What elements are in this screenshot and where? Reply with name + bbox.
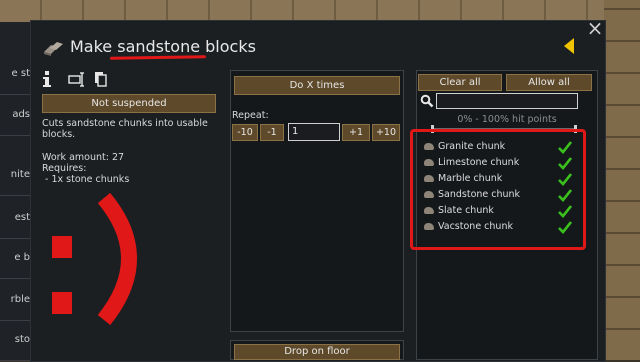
- filter-item-label: Marble chunk: [438, 173, 503, 184]
- work-amount: Work amount: 27: [42, 152, 125, 163]
- smiley-annotation: [52, 192, 137, 326]
- checkmark-icon[interactable]: [558, 140, 572, 154]
- game-right-edge: [604, 0, 640, 360]
- background-tab-label: rble: [10, 294, 30, 305]
- requires-item: - 1x stone chunks: [42, 174, 130, 185]
- filter-item-label: Sandstone chunk: [438, 189, 521, 200]
- close-button[interactable]: ×: [586, 18, 604, 38]
- checkmark-icon[interactable]: [558, 188, 572, 202]
- filter-item[interactable]: Granite chunk: [424, 139, 574, 155]
- background-tab[interactable]: nite: [0, 155, 30, 196]
- filter-item[interactable]: Limestone chunk: [424, 155, 574, 171]
- checkmark-icon[interactable]: [558, 156, 572, 170]
- store-mode-button[interactable]: Drop on floor: [234, 344, 400, 360]
- background-tab[interactable]: sto: [0, 320, 30, 361]
- close-icon: ×: [586, 16, 604, 40]
- filter-search-input[interactable]: [436, 93, 578, 109]
- background-tab[interactable]: ads: [0, 95, 30, 136]
- filter-item-label: Slate chunk: [438, 205, 494, 216]
- filter-item-label: Vacstone chunk: [438, 221, 513, 232]
- search-icon: [420, 94, 434, 108]
- minus-1-button[interactable]: -1: [260, 124, 284, 141]
- stone-chunk-icon: [424, 223, 434, 230]
- background-tab-label: ads: [12, 109, 30, 120]
- repeat-mode-button[interactable]: Do X times: [234, 76, 400, 95]
- collapse-arrow-icon[interactable]: [564, 38, 574, 54]
- stone-chunk-icon: [424, 175, 434, 182]
- checkmark-icon[interactable]: [558, 204, 572, 218]
- background-tab-label: e st: [11, 68, 30, 79]
- filter-item[interactable]: Slate chunk: [424, 203, 574, 219]
- plus-10-button[interactable]: +10: [372, 124, 400, 141]
- stone-chunk-icon: [424, 191, 434, 198]
- filter-item-label: Limestone chunk: [438, 157, 520, 168]
- filter-item[interactable]: Vacstone chunk: [424, 219, 574, 235]
- allow-all-button[interactable]: Allow all: [506, 74, 592, 91]
- suspend-toggle-button[interactable]: Not suspended: [42, 94, 216, 113]
- dialog-title: Make sandstone blocks: [70, 37, 256, 56]
- filter-item[interactable]: Sandstone chunk: [424, 187, 574, 203]
- filter-item-label: Granite chunk: [438, 141, 506, 152]
- checkmark-icon[interactable]: [558, 220, 572, 234]
- stone-chunk-icon: [424, 143, 434, 150]
- background-tab-label: nite: [10, 169, 30, 180]
- background-tab-label: sto: [14, 334, 30, 345]
- game-top-strip: [0, 0, 640, 22]
- background-tab[interactable]: est: [0, 198, 30, 239]
- background-bill-list: e st ads nite est e b rble sto: [0, 22, 30, 361]
- hit-points-range-label: 0% - 100% hit points: [457, 114, 557, 125]
- info-icon[interactable]: [42, 70, 52, 88]
- bill-work-info: Work amount: 27 Requires: - 1x stone chu…: [42, 152, 222, 185]
- background-tab-label: e b: [14, 252, 30, 263]
- rename-icon[interactable]: [68, 70, 86, 88]
- stone-blocks-icon: [44, 42, 63, 56]
- background-tab[interactable]: e st: [0, 54, 30, 95]
- background-tab[interactable]: e b: [0, 238, 30, 279]
- requires-label: Requires:: [42, 163, 87, 174]
- background-tab-label: est: [14, 212, 30, 223]
- checkmark-icon[interactable]: [558, 172, 572, 186]
- stone-chunk-icon: [424, 207, 434, 214]
- bill-description: Cuts sandstone chunks into usable blocks…: [42, 118, 208, 140]
- filter-item[interactable]: Marble chunk: [424, 171, 574, 187]
- minus-10-button[interactable]: -10: [232, 124, 258, 141]
- copy-icon[interactable]: [94, 70, 108, 88]
- clear-all-button[interactable]: Clear all: [418, 74, 502, 91]
- repeat-count-input[interactable]: 1: [288, 123, 340, 141]
- background-tab[interactable]: rble: [0, 280, 30, 321]
- repeat-label: Repeat:: [232, 110, 269, 121]
- plus-1-button[interactable]: +1: [342, 124, 370, 141]
- stone-chunk-icon: [424, 159, 434, 166]
